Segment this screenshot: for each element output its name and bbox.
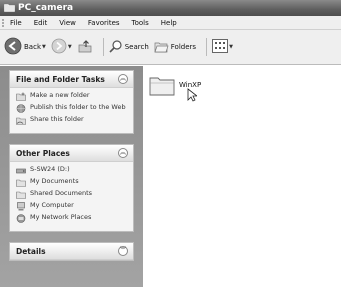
- file-folder-tasks-header[interactable]: File and Folder Tasks ︽: [10, 71, 133, 88]
- views-button[interactable]: ▼: [212, 39, 233, 55]
- other-places-panel: Other Places ︽ S-SW24 (D:) My Documents …: [9, 144, 134, 232]
- other-places-body: S-SW24 (D:) My Documents Shared Document…: [10, 162, 133, 231]
- menu-help[interactable]: Help: [155, 19, 183, 27]
- menu-favorites[interactable]: Favorites: [82, 19, 126, 27]
- toolbar: Back ▼ ▼ Search Folders ▼: [0, 30, 341, 65]
- collapse-chevron-icon[interactable]: ︽: [118, 74, 128, 84]
- task-pane: File and Folder Tasks ︽ Make a new folde…: [0, 66, 143, 287]
- network-icon: [16, 214, 26, 223]
- menu-file[interactable]: File: [2, 18, 28, 27]
- back-dropdown-icon[interactable]: ▼: [42, 44, 46, 50]
- task-label: Make a new folder: [30, 91, 90, 99]
- place-label: S-SW24 (D:): [30, 165, 70, 173]
- title-bar[interactable]: PC_camera: [0, 0, 341, 16]
- file-folder-tasks-panel: File and Folder Tasks ︽ Make a new folde…: [9, 70, 134, 134]
- panel-title: File and Folder Tasks: [16, 74, 105, 84]
- computer-icon: [17, 202, 25, 211]
- forward-arrow-icon: [51, 38, 67, 56]
- menu-bar: File Edit View Favorites Tools Help: [0, 16, 341, 30]
- views-dropdown-icon[interactable]: ▼: [229, 44, 233, 50]
- place-label: My Network Places: [30, 213, 92, 221]
- place-drive-d[interactable]: S-SW24 (D:): [16, 165, 127, 175]
- other-places-header[interactable]: Other Places ︽: [10, 145, 133, 162]
- place-my-documents[interactable]: My Documents: [16, 177, 127, 187]
- new-folder-icon: [16, 92, 26, 101]
- details-header[interactable]: Details ︾: [10, 243, 133, 260]
- panel-title: Details: [16, 246, 46, 256]
- folders-button[interactable]: Folders: [154, 40, 196, 55]
- place-label: Shared Documents: [30, 189, 93, 197]
- back-label: Back: [24, 43, 41, 51]
- menu-tools[interactable]: Tools: [126, 19, 155, 27]
- search-icon: [109, 39, 123, 55]
- menu-edit[interactable]: Edit: [28, 19, 54, 27]
- shared-folder-icon: [16, 191, 26, 199]
- toolbar-separator: [206, 38, 208, 56]
- task-label: Publish this folder to the Web: [30, 103, 126, 111]
- menu-view[interactable]: View: [53, 19, 82, 27]
- panel-title: Other Places: [16, 148, 70, 158]
- task-share-folder[interactable]: Share this folder: [16, 115, 127, 125]
- place-my-computer[interactable]: My Computer: [16, 201, 127, 211]
- back-button[interactable]: Back ▼: [4, 37, 46, 57]
- place-label: My Computer: [30, 201, 74, 209]
- forward-dropdown-icon[interactable]: ▼: [68, 44, 72, 50]
- up-button[interactable]: [77, 38, 93, 56]
- file-folder-tasks-body: Make a new folder Publish this folder to…: [10, 88, 133, 133]
- task-make-new-folder[interactable]: Make a new folder: [16, 91, 127, 101]
- up-folder-icon: [77, 38, 93, 56]
- share-folder-icon: [16, 117, 26, 125]
- documents-folder-icon: [16, 179, 26, 187]
- place-label: My Documents: [30, 177, 79, 185]
- window-title: PC_camera: [18, 3, 74, 13]
- search-button[interactable]: Search: [109, 39, 149, 55]
- forward-button[interactable]: ▼: [51, 38, 72, 56]
- search-label: Search: [124, 43, 149, 51]
- folders-label: Folders: [170, 43, 197, 51]
- place-my-network-places[interactable]: My Network Places: [16, 213, 127, 223]
- folder-content-area[interactable]: WinXP: [143, 66, 341, 287]
- globe-icon: [16, 104, 26, 113]
- back-arrow-icon: [4, 37, 22, 57]
- collapse-chevron-icon[interactable]: ︽: [118, 148, 128, 158]
- drive-icon: [16, 168, 26, 174]
- mouse-pointer-icon: [187, 88, 197, 102]
- expand-chevron-icon[interactable]: ︾: [118, 246, 128, 256]
- details-panel: Details ︾: [9, 242, 134, 261]
- task-label: Share this folder: [30, 115, 84, 123]
- folder-icon: [4, 3, 15, 14]
- views-icon: [212, 39, 229, 55]
- task-publish-folder[interactable]: Publish this folder to the Web: [16, 103, 127, 113]
- folders-icon: [154, 40, 169, 55]
- toolbar-separator: [102, 38, 104, 56]
- folder-icon: [149, 77, 175, 96]
- place-shared-documents[interactable]: Shared Documents: [16, 189, 127, 199]
